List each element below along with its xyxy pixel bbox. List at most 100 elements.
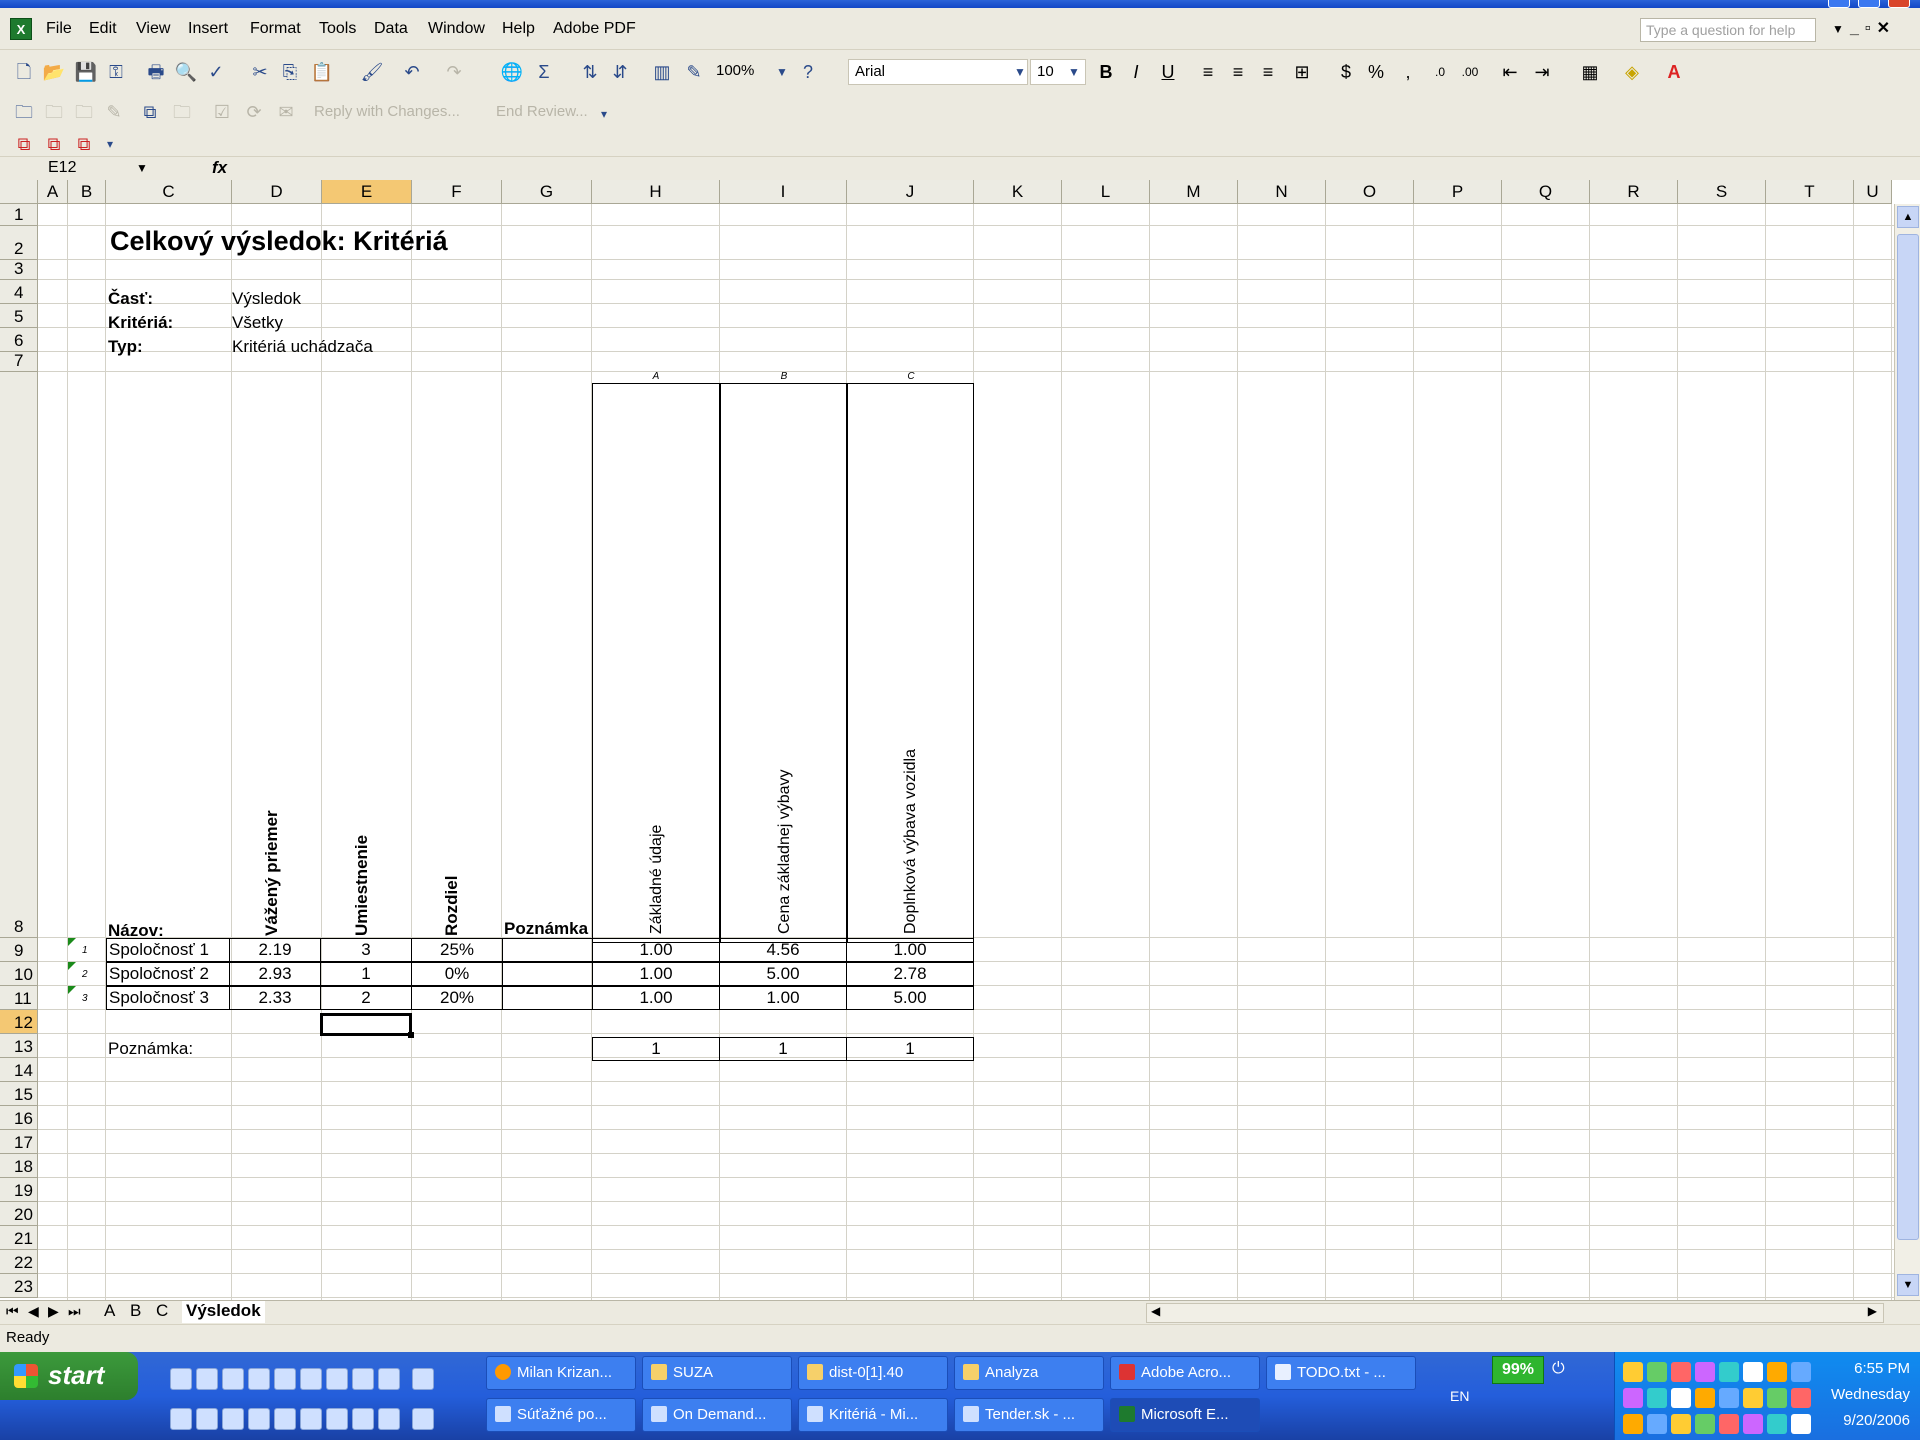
quick-launch-icon[interactable] <box>248 1408 270 1430</box>
tray-icon[interactable] <box>1767 1362 1787 1382</box>
column-header-f[interactable]: F <box>412 180 502 204</box>
menu-help[interactable]: Help <box>502 20 535 38</box>
column-header-m[interactable]: M <box>1150 180 1238 204</box>
battery-indicator[interactable]: 99% <box>1492 1356 1544 1384</box>
menu-file[interactable]: File <box>46 20 72 38</box>
first-sheet-icon[interactable]: ⏮ <box>6 1303 19 1320</box>
vertical-scrollbar[interactable]: ▲ ▼ <box>1894 204 1920 1300</box>
menu-format[interactable]: Format <box>250 20 301 38</box>
menu-insert[interactable]: Insert <box>188 20 228 38</box>
cut-icon[interactable]: ✂ <box>248 60 272 84</box>
font-color-icon[interactable]: A <box>1662 60 1686 84</box>
row-header-7[interactable]: 7 <box>0 351 38 372</box>
column-header-b[interactable]: B <box>68 180 106 204</box>
help-dropdown-icon[interactable]: ▼ <box>1832 22 1844 36</box>
row-header-21[interactable]: 21 <box>0 1226 38 1250</box>
taskbar-button[interactable]: Súťažné po... <box>486 1398 636 1432</box>
tray-icon[interactable] <box>1791 1362 1811 1382</box>
previous-comment-icon[interactable]: 🗀 <box>42 100 66 124</box>
tray-icon[interactable] <box>1623 1388 1643 1408</box>
row-header-13[interactable]: 13 <box>0 1034 38 1058</box>
copy-icon[interactable]: ⎘ <box>278 60 302 84</box>
tray-icon[interactable] <box>1695 1414 1715 1434</box>
save-icon[interactable]: 💾 <box>74 60 98 84</box>
increase-decimal-icon[interactable]: .0 <box>1428 60 1452 84</box>
taskbar-button[interactable]: Tender.sk - ... <box>954 1398 1104 1432</box>
row-header-18[interactable]: 18 <box>0 1154 38 1178</box>
tray-icon[interactable] <box>1743 1388 1763 1408</box>
tray-icon[interactable] <box>1647 1362 1667 1382</box>
horizontal-scrollbar[interactable]: ◀ ▶ <box>1146 1303 1884 1323</box>
quick-launch-icon[interactable] <box>352 1408 374 1430</box>
tray-icon[interactable] <box>1743 1414 1763 1434</box>
italic-icon[interactable]: I <box>1124 60 1148 84</box>
column-header-n[interactable]: N <box>1238 180 1326 204</box>
row-header-10[interactable]: 10 <box>0 962 38 986</box>
delete-comment-icon[interactable]: 🗀 <box>170 100 194 124</box>
decrease-indent-icon[interactable]: ⇤ <box>1498 60 1522 84</box>
column-header-o[interactable]: O <box>1326 180 1414 204</box>
column-header-d[interactable]: D <box>232 180 322 204</box>
pdf-options-icon[interactable]: ▾ <box>98 132 122 156</box>
align-right-icon[interactable]: ≡ <box>1256 60 1280 84</box>
document-window-controls[interactable]: _▫✕ <box>1850 18 1896 38</box>
undo-icon[interactable]: ↶ <box>400 60 424 84</box>
scroll-right-icon[interactable]: ▶ <box>1868 1304 1877 1318</box>
font-name-dropdown-icon[interactable]: ▼ <box>1008 60 1032 84</box>
sheet-tab-b[interactable]: B <box>126 1301 145 1323</box>
quick-launch-icon[interactable] <box>352 1368 374 1390</box>
quick-launch-icon[interactable] <box>170 1368 192 1390</box>
paste-icon[interactable]: 📋 <box>310 60 334 84</box>
language-indicator[interactable]: EN <box>1450 1388 1469 1404</box>
row-header-20[interactable]: 20 <box>0 1202 38 1226</box>
quick-launch-icon[interactable] <box>300 1368 322 1390</box>
tray-icon[interactable] <box>1791 1414 1811 1434</box>
redo-icon[interactable]: ↷ <box>442 60 466 84</box>
taskbar-button[interactable]: Milan Krizan... <box>486 1356 636 1390</box>
row-header-22[interactable]: 22 <box>0 1250 38 1274</box>
column-header-j[interactable]: J <box>847 180 974 204</box>
menu-view[interactable]: View <box>136 20 170 38</box>
font-size-dropdown-icon[interactable]: ▼ <box>1062 60 1086 84</box>
drawing-icon[interactable]: ✎ <box>682 60 706 84</box>
format-painter-icon[interactable]: 🖌 <box>360 60 384 84</box>
row-header-6[interactable]: 6 <box>0 328 38 352</box>
sheet-tab-c[interactable]: C <box>152 1301 172 1323</box>
column-header-q[interactable]: Q <box>1502 180 1590 204</box>
borders-icon[interactable]: ▦ <box>1578 60 1602 84</box>
increase-indent-icon[interactable]: ⇥ <box>1530 60 1554 84</box>
vertical-scroll-thumb[interactable] <box>1897 234 1919 1240</box>
tray-icon[interactable] <box>1623 1414 1643 1434</box>
menu-window[interactable]: Window <box>428 20 485 38</box>
start-button[interactable]: start <box>0 1352 138 1400</box>
selected-cell-e12[interactable] <box>320 1013 414 1038</box>
sheet-tab-a[interactable]: A <box>100 1301 119 1323</box>
quick-launch-icon[interactable] <box>170 1408 192 1430</box>
tray-icon[interactable] <box>1671 1414 1691 1434</box>
previous-sheet-icon[interactable]: ◀ <box>28 1303 39 1320</box>
quick-launch-icon[interactable] <box>274 1368 296 1390</box>
tray-icon[interactable] <box>1695 1388 1715 1408</box>
quick-launch-icon[interactable] <box>222 1408 244 1430</box>
maximize-button[interactable] <box>1858 0 1880 8</box>
column-header-a[interactable]: A <box>38 180 68 204</box>
align-center-icon[interactable]: ≡ <box>1226 60 1250 84</box>
column-header-g[interactable]: G <box>502 180 592 204</box>
quick-launch-icon[interactable] <box>412 1408 434 1430</box>
quick-launch-icon[interactable] <box>326 1408 348 1430</box>
row-header-5[interactable]: 5 <box>0 304 38 328</box>
quick-launch-icon[interactable] <box>326 1368 348 1390</box>
zoom-dropdown-icon[interactable]: ▼ <box>770 60 794 84</box>
column-header-h[interactable]: H <box>592 180 720 204</box>
quick-launch-icon[interactable] <box>378 1368 400 1390</box>
tray-icon[interactable] <box>1767 1414 1787 1434</box>
tray-icon[interactable] <box>1647 1388 1667 1408</box>
name-box[interactable]: E12 <box>8 158 148 180</box>
help-icon[interactable]: ? <box>796 60 820 84</box>
select-all-corner[interactable] <box>0 180 38 204</box>
column-header-k[interactable]: K <box>974 180 1062 204</box>
new-comment-icon[interactable]: 🗀 <box>12 100 36 124</box>
sheet-tab-vysledok[interactable]: Výsledok <box>182 1301 265 1323</box>
menu-adobe-pdf[interactable]: Adobe PDF <box>553 20 636 38</box>
taskbar-button[interactable]: Analyza <box>954 1356 1104 1390</box>
